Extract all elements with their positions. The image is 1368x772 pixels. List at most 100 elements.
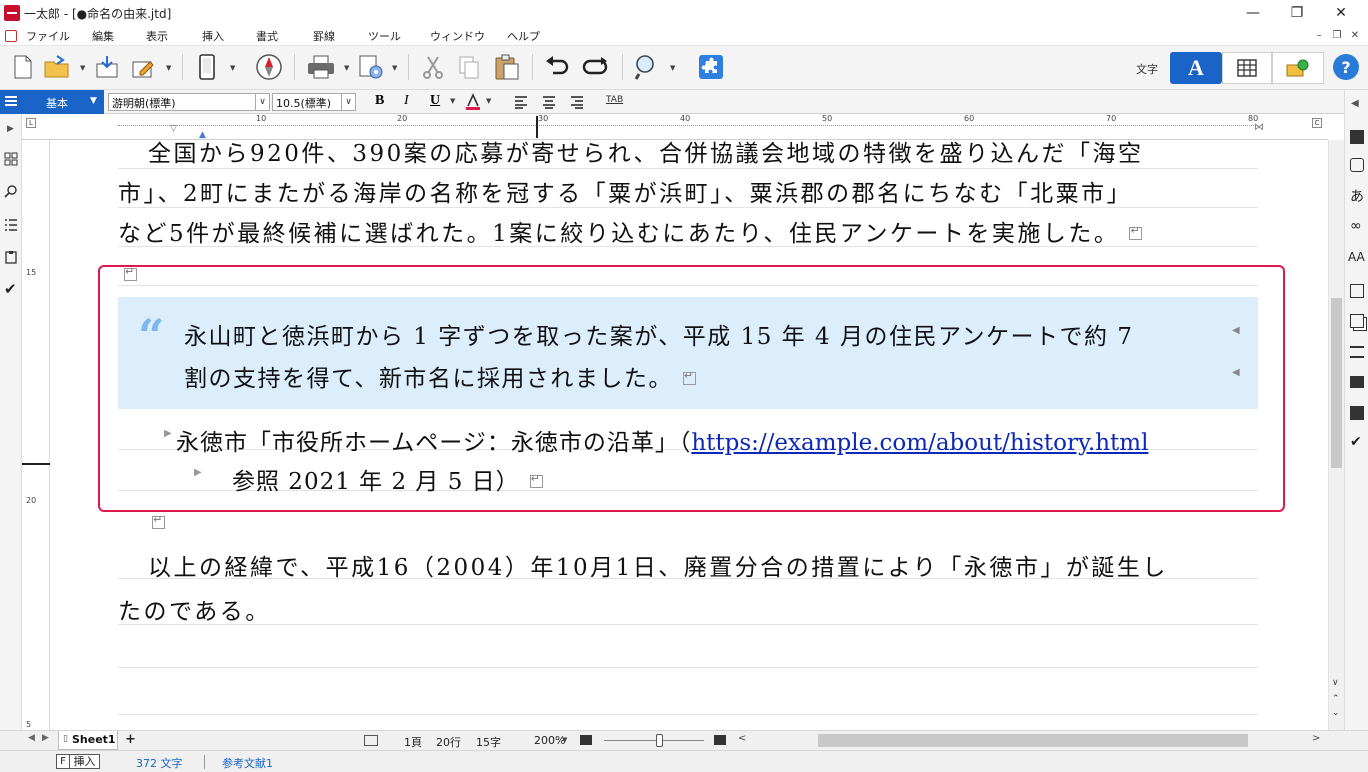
- add-in-puzzle-icon[interactable]: [696, 52, 726, 82]
- style-selector[interactable]: 基本 ▼: [0, 90, 104, 114]
- right-indent-marker[interactable]: ⋈: [1254, 122, 1264, 133]
- align-right-icon[interactable]: [570, 95, 584, 109]
- expand-arrow-icon[interactable]: ▶: [7, 124, 14, 134]
- open-folder-icon[interactable]: [42, 52, 72, 82]
- undo-icon[interactable]: [542, 52, 572, 82]
- print-icon[interactable]: [306, 52, 336, 82]
- grid-view-icon[interactable]: [4, 152, 18, 166]
- menu-insert[interactable]: 挿入: [202, 28, 224, 44]
- palette-copy-icon[interactable]: [1350, 314, 1364, 328]
- menu-ruled-lines[interactable]: 罫線: [313, 28, 335, 44]
- graphic-mode-icon[interactable]: [1272, 52, 1324, 84]
- palette-pen-icon[interactable]: ∞: [1350, 218, 1362, 234]
- palette-calendar-icon[interactable]: [1350, 158, 1364, 172]
- ruler-tick: 20: [397, 114, 408, 123]
- font-name-select[interactable]: 游明朝(標準) ∨: [108, 93, 270, 111]
- menu-format[interactable]: 書式: [256, 28, 278, 44]
- add-sheet-button[interactable]: +: [125, 732, 136, 747]
- palette-list-icon[interactable]: [1350, 346, 1364, 358]
- restore-button[interactable]: ❐: [1274, 0, 1320, 26]
- chevron-down-icon[interactable]: ▼: [562, 736, 567, 744]
- window-title: 一太郎 - [●命名の由来.jtd]: [24, 7, 172, 21]
- redo-icon[interactable]: [580, 52, 610, 82]
- left-indent-marker[interactable]: ▲: [199, 130, 206, 140]
- page-layout-icon[interactable]: [364, 735, 378, 746]
- page-up-icon[interactable]: ⌃: [1332, 694, 1340, 704]
- palette-check-icon[interactable]: ✔: [1350, 434, 1362, 450]
- sheet-next-arrow-icon[interactable]: ▶: [42, 733, 49, 743]
- menu-window[interactable]: ウィンドウ: [430, 28, 485, 44]
- document-icon[interactable]: [5, 30, 17, 42]
- table-mode-icon[interactable]: [1222, 52, 1272, 84]
- scroll-right-arrow-icon[interactable]: >: [1312, 733, 1320, 744]
- scroll-left-arrow-icon[interactable]: <: [738, 733, 746, 744]
- menu-edit[interactable]: 編集: [92, 28, 114, 44]
- palette-grid-icon[interactable]: [1350, 130, 1364, 144]
- underline-button[interactable]: U: [430, 93, 440, 109]
- save-as-icon[interactable]: [128, 52, 158, 82]
- device-preview-icon[interactable]: [192, 52, 222, 82]
- help-question-icon[interactable]: ?: [1333, 54, 1359, 80]
- tab-button[interactable]: TAB: [606, 95, 623, 105]
- minimize-button[interactable]: —: [1230, 0, 1276, 26]
- horizontal-scroll-thumb[interactable]: [818, 734, 1248, 747]
- align-center-icon[interactable]: [542, 95, 556, 109]
- zoom-in-icon[interactable]: [714, 735, 726, 745]
- mdi-close-button[interactable]: ✕: [1348, 29, 1362, 43]
- menu-file[interactable]: ファイル: [26, 28, 70, 44]
- print-settings-icon[interactable]: [356, 52, 386, 82]
- insert-mode-indicator[interactable]: 挿入: [70, 754, 100, 769]
- menu-view[interactable]: 表示: [146, 28, 168, 44]
- zoom-level[interactable]: 200%: [534, 734, 565, 747]
- scroll-down-arrow-icon[interactable]: ∨: [1332, 678, 1339, 688]
- text-color-icon[interactable]: [464, 93, 482, 111]
- palette-font-size-icon[interactable]: AA: [1348, 250, 1365, 264]
- cut-icon[interactable]: [418, 52, 448, 82]
- page-down-icon[interactable]: ⌄: [1332, 708, 1340, 718]
- find-icon[interactable]: [632, 52, 662, 82]
- character-mode-button[interactable]: A: [1170, 52, 1222, 84]
- menu-help[interactable]: ヘルプ: [507, 28, 540, 44]
- collapse-arrow-icon[interactable]: ◀: [1351, 98, 1359, 109]
- font-size-select[interactable]: 10.5(標準) ∨: [272, 93, 356, 111]
- function-key-indicator[interactable]: F: [56, 754, 70, 769]
- mode-label: 文字: [1136, 63, 1158, 76]
- zoom-slider-track[interactable]: [604, 740, 704, 741]
- palette-edit-icon[interactable]: [1350, 284, 1364, 298]
- italic-button[interactable]: I: [404, 93, 409, 109]
- clipboard-icon[interactable]: [4, 250, 18, 264]
- bold-button[interactable]: B: [375, 93, 384, 109]
- chevron-down-icon[interactable]: ∨: [255, 94, 269, 110]
- copy-icon[interactable]: [454, 52, 484, 82]
- ruler-right-marker[interactable]: C: [1312, 118, 1322, 128]
- palette-image-icon[interactable]: [1350, 376, 1364, 388]
- palette-pattern-icon[interactable]: [1350, 406, 1364, 420]
- outline-list-icon[interactable]: [4, 218, 18, 232]
- chevron-down-icon[interactable]: ∨: [341, 94, 355, 110]
- font-size-value: 10.5(標準): [276, 97, 332, 110]
- horizontal-ruler[interactable]: L 10 20 30 40 50 60 70 80 ▽ ▲ ⋈ C: [22, 114, 1328, 140]
- zoom-slider-thumb[interactable]: [656, 734, 663, 747]
- navigator-compass-icon[interactable]: [254, 52, 284, 82]
- mdi-restore-button[interactable]: ❐: [1330, 29, 1344, 43]
- align-left-icon[interactable]: [514, 95, 528, 109]
- save-icon[interactable]: [92, 52, 122, 82]
- sheet-prev-arrow-icon[interactable]: ◀: [28, 733, 35, 743]
- palette-kana-icon[interactable]: あ: [1350, 186, 1364, 206]
- ruler-left-marker[interactable]: L: [26, 118, 36, 128]
- check-icon[interactable]: ✔: [4, 280, 17, 298]
- sheet-tab[interactable]: ▯ Sheet1: [58, 731, 118, 750]
- close-button[interactable]: ✕: [1318, 0, 1364, 26]
- vertical-scrollbar[interactable]: ∨ ⌃ ⌄: [1328, 140, 1344, 730]
- mdi-minimize-button[interactable]: –: [1312, 29, 1326, 43]
- first-indent-marker[interactable]: ▽: [170, 124, 177, 134]
- menu-tools[interactable]: ツール: [368, 28, 401, 44]
- app-icon[interactable]: [4, 5, 20, 21]
- zoom-out-icon[interactable]: [580, 735, 592, 745]
- vertical-ruler[interactable]: 15 20 5: [22, 140, 50, 730]
- search-icon[interactable]: [4, 184, 18, 198]
- ruler-tick: 15: [26, 268, 37, 277]
- scrollbar-thumb[interactable]: [1331, 298, 1342, 468]
- new-document-icon[interactable]: [8, 52, 38, 82]
- paste-icon[interactable]: [492, 52, 522, 82]
